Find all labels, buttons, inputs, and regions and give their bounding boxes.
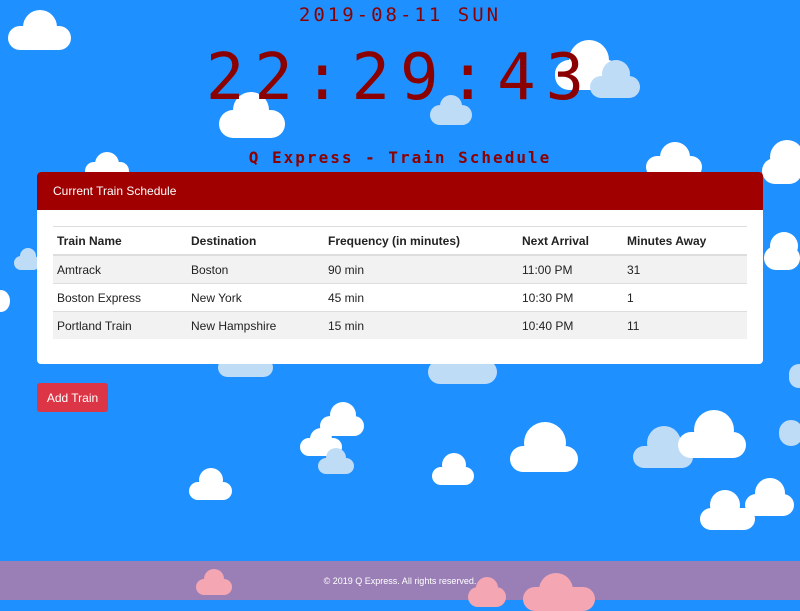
cell-frequency: 90 min	[324, 254, 518, 284]
footer: © 2019 Q Express. All rights reserved.	[0, 561, 800, 611]
schedule-card: Current Train Schedule Train Name Destin…	[37, 172, 763, 364]
cell-destination: New Hampshire	[187, 311, 324, 339]
cell-train-name: Amtrack	[53, 254, 187, 284]
table-row: Portland Train New Hampshire 15 min 10:4…	[53, 311, 747, 339]
column-header-destination: Destination	[187, 226, 324, 256]
table-row: Boston Express New York 45 min 10:30 PM …	[53, 283, 747, 312]
cell-minutes-away: 1	[623, 283, 747, 312]
column-header-next-arrival: Next Arrival	[518, 226, 623, 256]
cell-train-name: Portland Train	[53, 311, 187, 339]
page-title: Q Express - Train Schedule	[248, 148, 552, 167]
schedule-card-header: Current Train Schedule	[37, 172, 763, 210]
cell-next-arrival: 10:40 PM	[518, 311, 623, 339]
cell-next-arrival: 11:00 PM	[518, 254, 623, 284]
cell-next-arrival: 10:30 PM	[518, 283, 623, 312]
schedule-table: Train Name Destination Frequency (in min…	[53, 226, 747, 339]
cell-destination: Boston	[187, 254, 324, 284]
table-header-row: Train Name Destination Frequency (in min…	[53, 226, 747, 256]
add-train-button[interactable]: Add Train	[37, 383, 108, 412]
footer-copyright: © 2019 Q Express. All rights reserved.	[323, 576, 477, 586]
cell-frequency: 15 min	[324, 311, 518, 339]
column-header-train-name: Train Name	[53, 226, 187, 256]
table-row: Amtrack Boston 90 min 11:00 PM 31	[53, 254, 747, 284]
cell-minutes-away: 31	[623, 254, 747, 284]
cell-destination: New York	[187, 283, 324, 312]
date-display: 2019-08-11 SUN	[298, 4, 502, 26]
cell-train-name: Boston Express	[53, 283, 187, 312]
clock-display: 22:29:43	[205, 41, 595, 115]
cell-minutes-away: 11	[623, 311, 747, 339]
column-header-minutes-away: Minutes Away	[623, 226, 747, 256]
cell-frequency: 45 min	[324, 283, 518, 312]
column-header-frequency: Frequency (in minutes)	[324, 226, 518, 256]
